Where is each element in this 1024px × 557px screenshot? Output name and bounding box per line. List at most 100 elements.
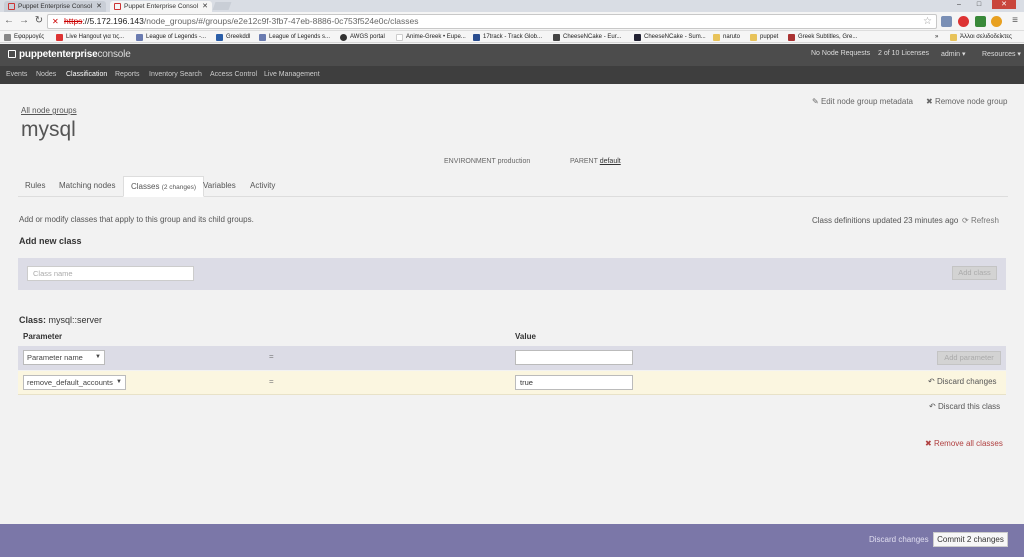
window-close-icon[interactable]: ✕ [992,0,1016,9]
close-tab-icon[interactable]: ✕ [202,1,208,12]
pencil-icon: ✎ [812,97,821,106]
resources-menu[interactable]: Resources ▾ [982,50,1021,58]
main-content: All node groups mysql ✎ Edit node group … [0,84,1024,524]
tab-variables[interactable]: Variables [196,176,243,197]
node-requests-link[interactable]: No Node Requests [811,50,870,57]
maximize-icon[interactable]: □ [970,0,988,9]
bookmark-item[interactable]: CheeseNCake - Sum... [634,32,706,42]
discard-changes-link[interactable]: ↶ Discard changes [928,377,997,386]
puppet-logo[interactable]: puppetenterpriseconsole [8,49,131,60]
breadcrumb-all-node-groups[interactable]: All node groups [21,106,77,115]
nav-events[interactable]: Events [6,71,27,78]
bookmark-folder[interactable]: naruto [713,32,740,42]
add-parameter-button[interactable]: Add parameter [937,351,1001,365]
class-name-input[interactable]: Class name [27,266,194,281]
licenses-link[interactable]: 2 of 10 Licenses [878,50,929,57]
bookmark-favicon-icon [473,34,480,41]
menu-icon[interactable]: ≡ [1009,15,1021,27]
other-bookmarks[interactable]: Άλλοι σελιδοδείκτες [950,32,1012,42]
back-icon[interactable]: ← [3,15,15,27]
page-title: mysql [21,118,76,141]
parameter-value-input[interactable] [515,350,633,365]
refresh-icon: ⟳ [962,216,971,225]
add-class-button[interactable]: Add class [952,266,997,280]
bookmark-item[interactable]: League of Legends s... [259,32,330,42]
adblock-icon[interactable] [958,16,969,27]
changed-parameter-row: remove_default_accounts ▼ = true ↶ Discar… [18,371,1006,395]
insecure-lock-icon: ✕ [52,17,59,26]
puppet-logo-icon [8,50,16,58]
equals-sign: = [269,352,274,361]
reload-icon[interactable]: ↻ [33,15,45,27]
dropdown-caret-icon: ▼ [116,379,122,385]
extension-orange-icon[interactable] [991,16,1002,27]
new-tab-button[interactable] [212,2,232,10]
bookmark-favicon-icon [634,34,641,41]
forward-icon[interactable]: → [18,15,30,27]
nav-inventory-search[interactable]: Inventory Search [149,71,202,78]
tab-activity[interactable]: Activity [243,176,282,197]
bookmark-item[interactable]: Anime-Greek • Eupe... [396,32,466,42]
bookmark-item[interactable]: Greek Subtitles, Gre... [788,32,857,42]
commit-changes-button[interactable]: Commit 2 changes [933,532,1008,547]
parameter-value-field[interactable]: true [515,375,633,390]
bookmark-item[interactable]: CheeseNCake - Eur... [553,32,621,42]
class-definitions-updated: Class definitions updated 23 minutes ago [812,216,959,225]
url-bar[interactable]: ✕ https://5.172.196.143/node_groups/#/gr… [47,14,937,29]
bookmark-item[interactable]: 17track - Track Glob... [473,32,542,42]
tab-rules[interactable]: Rules [18,176,52,197]
bookmark-favicon-icon [553,34,560,41]
refresh-button[interactable]: ⟳ Refresh [962,216,999,225]
parent-link[interactable]: default [600,158,621,165]
bookmark-item[interactable]: League of Legends -... [136,32,206,42]
bookmark-apps[interactable]: Εφαρμογές [4,32,44,42]
parameter-column-header: Parameter [23,332,63,341]
extension-green-icon[interactable] [975,16,986,27]
edit-metadata-link[interactable]: ✎ Edit node group metadata [812,97,913,106]
bookmark-item[interactable]: Greekddl [216,32,250,42]
parameter-select[interactable]: remove_default_accounts ▼ [23,375,126,390]
close-tab-icon[interactable]: ✕ [96,1,102,12]
nav-live-management[interactable]: Live Management [264,71,320,78]
browser-tab-active[interactable]: Puppet Enterprise Consol ✕ [110,1,212,12]
bookmark-favicon-icon [340,34,347,41]
nav-nodes[interactable]: Nodes [36,71,56,78]
close-icon: ✖ [926,97,935,106]
environment-info: ENVIRONMENT production [444,158,531,165]
bookmark-star-icon[interactable]: ☆ [923,15,932,28]
browser-tabstrip: Puppet Enterprise Consol ✕ Puppet Enterp… [0,0,1024,12]
extension-icon[interactable] [941,16,952,27]
folder-icon [713,34,720,41]
nav-classification[interactable]: Classification [66,71,107,78]
browser-tab[interactable]: Puppet Enterprise Consol ✕ [4,1,106,12]
footer-discard-changes[interactable]: Discard changes [869,535,929,544]
minimize-icon[interactable]: – [950,0,968,9]
folder-icon [950,34,957,41]
puppet-favicon-icon [114,3,121,10]
dropdown-caret-icon: ▼ [95,354,101,360]
bookmark-item[interactable]: Live Hangout για τις... [56,32,124,42]
undo-icon: ↶ [928,377,937,386]
main-nav: Events Nodes Classification Reports Inve… [0,66,1024,84]
tab-classes[interactable]: Classes (2 changes) [123,176,205,197]
puppet-favicon-icon [8,3,15,10]
undo-icon: ↶ [929,402,938,411]
nav-access-control[interactable]: Access Control [210,71,257,78]
classes-intro-text: Add or modify classes that apply to this… [19,215,254,224]
bookmarks-bar: Εφαρμογές Live Hangout για τις... League… [0,31,1024,43]
user-menu[interactable]: admin ▾ [941,50,966,58]
apps-grid-icon [4,34,11,41]
bookmark-item[interactable]: AWGS portal [340,32,385,42]
bookmarks-overflow[interactable]: » [935,32,938,42]
nav-reports[interactable]: Reports [115,71,140,78]
equals-sign: = [269,377,274,386]
app-header: puppetenterpriseconsole No Node Requests… [0,44,1024,66]
add-new-class-heading: Add new class [19,236,82,246]
bookmark-folder[interactable]: puppet [750,32,778,42]
bookmark-favicon-icon [136,34,143,41]
parameter-name-select[interactable]: Parameter name ▼ [23,350,105,365]
discard-class-link[interactable]: ↶ Discard this class [929,402,1000,411]
remove-all-classes-link[interactable]: ✖ Remove all classes [925,439,1003,448]
tab-matching-nodes[interactable]: Matching nodes [52,176,122,197]
remove-group-link[interactable]: ✖ Remove node group [926,97,1007,106]
